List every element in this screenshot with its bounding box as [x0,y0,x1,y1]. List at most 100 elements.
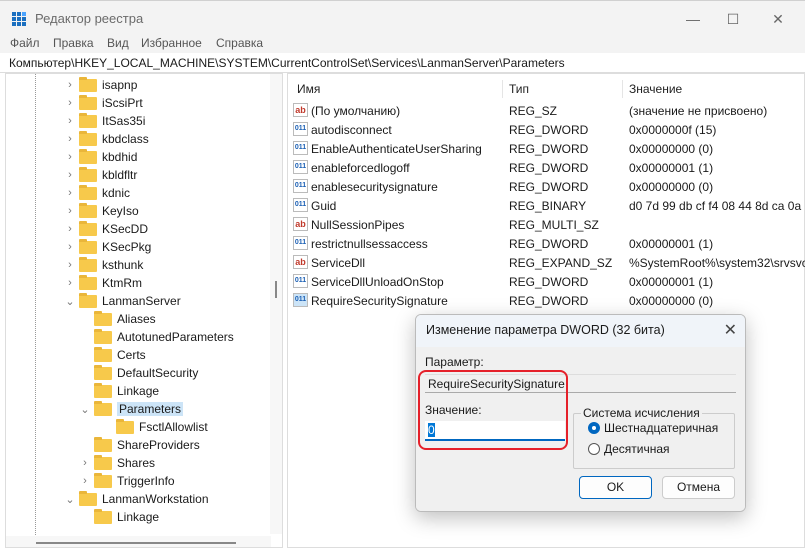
folder-icon [79,184,97,200]
tree-item-label: LanmanWorkstation [102,492,209,506]
value-row[interactable]: 011 Guid REG_BINARY d0 7d 99 db cf f4 08… [293,196,805,215]
tree-item[interactable]: › kbldfltr [64,166,137,184]
folder-icon [79,238,97,254]
value-name: EnableAuthenticateUserSharing [311,142,482,156]
tree-item[interactable]: FsctlAllowlist [101,418,208,436]
folder-icon [79,112,97,128]
value-row[interactable]: 011 ServiceDllUnloadOnStop REG_DWORD 0x0… [293,272,803,291]
folder-icon [79,202,97,218]
menu-edit[interactable]: Правка [53,36,94,50]
tree-item[interactable]: ⌄ LanmanWorkstation [64,490,209,508]
value-row[interactable]: ab ServiceDll REG_EXPAND_SZ %SystemRoot%… [293,253,805,272]
tree-item[interactable]: › KtmRm [64,274,142,292]
tree-item[interactable]: › isapnp [64,76,137,94]
tree-item[interactable]: › ksthunk [64,256,143,274]
tree-item[interactable]: ⌄ Parameters [79,400,184,418]
expand-chevron-icon[interactable]: › [79,475,91,487]
tree-item-label: FsctlAllowlist [139,420,208,434]
folder-icon [79,220,97,236]
value-type: REG_DWORD [509,294,589,308]
expand-chevron-icon[interactable]: › [64,205,76,217]
value-name: Guid [311,199,337,213]
column-header-name[interactable]: Имя [297,82,320,96]
tree-vertical-scrollbar[interactable] [270,74,282,534]
tree-item-label: ksthunk [102,258,144,272]
tree-item[interactable]: Linkage [79,382,159,400]
binary-value-icon: 011 [293,141,308,155]
expand-chevron-icon[interactable]: ⌄ [64,493,76,506]
tree-item[interactable]: Aliases [79,310,156,328]
tree-item[interactable]: › kbdhid [64,148,137,166]
expand-chevron-icon[interactable]: ⌄ [79,403,91,416]
tree-item[interactable]: Linkage [79,508,159,526]
tree-item[interactable]: › KSecPkg [64,238,151,256]
binary-value-icon: 011 [293,122,308,136]
value-row[interactable]: 011 EnableAuthenticateUserSharing REG_DW… [293,139,803,158]
close-button[interactable]: ✕ [768,9,788,29]
expand-chevron-icon[interactable]: › [64,241,76,253]
binary-value-icon: 011 [293,160,308,174]
value-row[interactable]: 011 enableforcedlogoff REG_DWORD 0x00000… [293,158,803,177]
expand-chevron-icon[interactable]: › [64,223,76,235]
radio-dec[interactable]: Десятичная [588,442,670,456]
address-bar[interactable]: Компьютер\HKEY_LOCAL_MACHINE\SYSTEM\Curr… [0,53,805,73]
value-type: REG_DWORD [509,237,589,251]
value-type: REG_DWORD [509,123,589,137]
radio-hex[interactable]: Шестнадцатеричная [588,421,718,435]
value-row[interactable]: ab (По умолчанию) REG_SZ (значение не пр… [293,101,803,120]
value-row[interactable]: 011 RequireSecuritySignature REG_DWORD 0… [293,291,803,310]
tree-item[interactable]: › iScsiPrt [64,94,143,112]
expand-chevron-icon[interactable]: › [64,169,76,181]
folder-icon [79,148,97,164]
value-row[interactable]: 011 autodisconnect REG_DWORD 0x0000000f … [293,120,803,139]
column-header-type[interactable]: Тип [509,82,529,96]
tree-item-label: iScsiPrt [102,96,143,110]
tree-item[interactable]: › kbdclass [64,130,149,148]
tree-item[interactable]: › KeyIso [64,202,139,220]
expand-chevron-icon[interactable]: › [64,79,76,91]
column-header-value[interactable]: Значение [629,82,682,96]
menu-file[interactable]: Файл [10,36,40,50]
value-row[interactable]: 011 restrictnullsessaccess REG_DWORD 0x0… [293,234,803,253]
folder-icon [79,166,97,182]
tree-item[interactable]: ShareProviders [79,436,200,454]
folder-icon [79,292,97,308]
value-row[interactable]: ab NullSessionPipes REG_MULTI_SZ [293,215,803,234]
tree-item[interactable]: › ItSas35i [64,112,145,130]
minimize-button[interactable]: — [683,9,703,29]
tree-item[interactable]: › kdnic [64,184,130,202]
expand-chevron-icon[interactable]: › [79,457,91,469]
expand-chevron-icon[interactable]: › [64,151,76,163]
tree-item[interactable]: › Shares [79,454,155,472]
tree-item[interactable]: › TriggerInfo [79,472,175,490]
value-type: REG_SZ [509,104,558,118]
tree-item[interactable]: › KSecDD [64,220,148,238]
tree-item[interactable]: DefaultSecurity [79,364,198,382]
value-type: REG_DWORD [509,275,589,289]
expand-chevron-icon[interactable]: › [64,187,76,199]
expand-chevron-icon[interactable]: › [64,115,76,127]
tree-item[interactable]: ⌄ LanmanServer [64,292,181,310]
menu-view[interactable]: Вид [107,36,129,50]
expand-chevron-icon[interactable]: › [64,133,76,145]
value-row[interactable]: 011 enablesecuritysignature REG_DWORD 0x… [293,177,803,196]
folder-icon [79,256,97,272]
menu-favorites[interactable]: Избранное [141,36,202,50]
menu-help[interactable]: Справка [216,36,263,50]
expand-chevron-icon[interactable]: ⌄ [64,295,76,308]
ok-button[interactable]: OK [579,476,652,499]
value-name: ServiceDll [311,256,366,270]
tree-item-label: Aliases [117,312,156,326]
tree-item[interactable]: AutotunedParameters [79,328,234,346]
expand-chevron-icon[interactable]: › [64,97,76,109]
string-value-icon: ab [293,103,308,117]
dialog-close-button[interactable]: ✕ [724,320,737,340]
binary-value-icon: 011 [293,198,308,212]
tree-item[interactable]: Certs [79,346,146,364]
expand-chevron-icon[interactable]: › [64,277,76,289]
expand-chevron-icon[interactable]: › [64,259,76,271]
value-type: REG_DWORD [509,161,589,175]
cancel-button[interactable]: Отмена [662,476,735,499]
tree-horizontal-scrollbar[interactable] [6,536,271,547]
maximize-button[interactable]: ☐ [723,9,743,29]
